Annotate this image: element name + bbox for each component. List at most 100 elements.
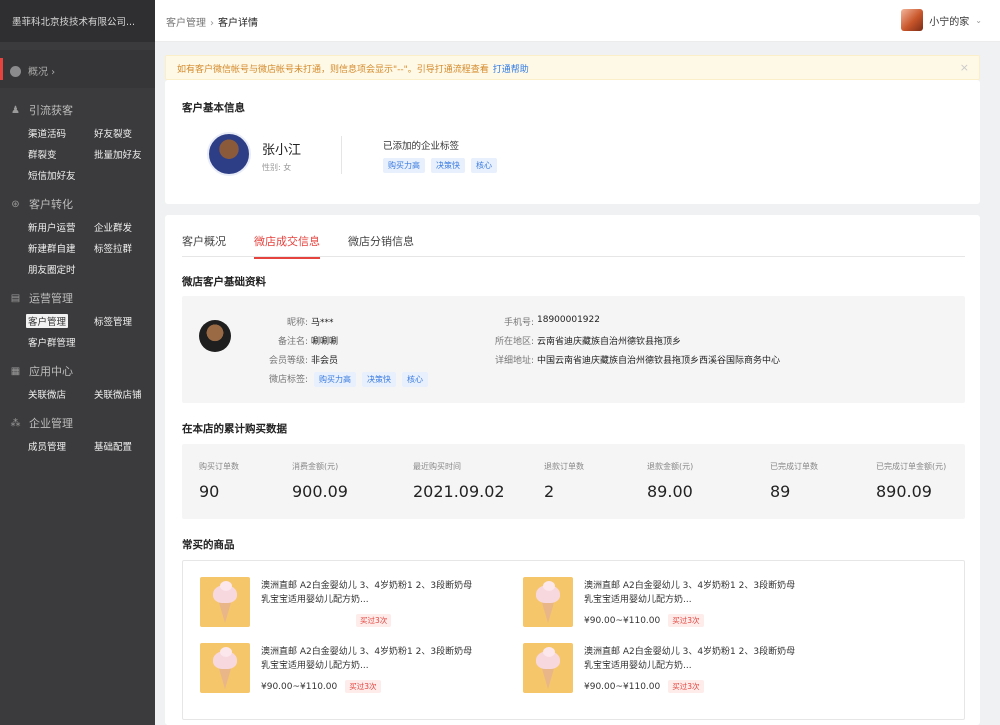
stat-label: 最近购买时间	[413, 462, 461, 471]
exchange-icon: ⊛	[11, 198, 20, 210]
grid-icon: ▦	[10, 365, 21, 377]
sidebar-item-channel-qr[interactable]: 渠道活码	[28, 126, 94, 140]
sidebar-group-acquisition: ♟ 引流获客 渠道活码 好友裂变 群裂变 批量加好友 短信加好友	[0, 88, 155, 182]
customer-avatar	[207, 132, 251, 176]
sidebar: 墨菲科北京技技术有限公司... 概况 › ♟ 引流获客 渠道活码 好友裂变 群裂变…	[0, 0, 155, 725]
stat-value: 89	[770, 482, 791, 501]
notice-banner: 如有客户微信帐号与微店帐号未打通，则信息项会显示"--"。引导打通流程查看 打通帮…	[165, 55, 980, 80]
phone-row: 手机号: 18900001922	[472, 315, 600, 328]
stat-label: 退款订单数	[544, 462, 584, 471]
address-value: 中国云南省迪庆藏族自治州德钦县拖顶乡西溪谷国际商务中心	[537, 356, 781, 366]
stat-label: 消费金额(元)	[292, 462, 339, 471]
stat-label: 已完成订单金额(元)	[876, 462, 947, 471]
frequent-goods: 澳洲直邮 A2白金婴幼儿 3、4岁奶粉1 2、3段断奶母乳宝宝适用婴幼儿配方奶.…	[182, 560, 965, 720]
org-icon: ⁂	[10, 417, 21, 429]
sidebar-group-title: 客户转化	[29, 198, 73, 211]
chart-icon: ▤	[10, 292, 21, 304]
tag: 购买力高	[383, 158, 425, 173]
purchase-stats: 购买订单数 90 消费金额(元) 900.09 最近购买时间 2021.09.02 退…	[182, 444, 965, 519]
purchase-count-badge: 买过3次	[668, 680, 704, 693]
region-row: 所在地区: 云南省迪庆藏族自治州德钦县拖顶乡	[472, 334, 681, 347]
sidebar-item-tag-group[interactable]: 标签拉群	[94, 241, 160, 255]
product-name: 澳洲直邮 A2白金婴幼儿 3、4岁奶粉1 2、3段断奶母乳宝宝适用婴幼儿配方奶.…	[584, 647, 796, 671]
section-title: 微店客户基础资料	[182, 276, 266, 288]
sidebar-group-enterprise: ⁂ 企业管理 成员管理 基础配置	[0, 401, 155, 453]
store-tags-row: 微店标签: 购买力高 决策快 核心	[260, 372, 428, 387]
sidebar-item-friend-fission[interactable]: 好友裂变	[94, 126, 160, 140]
product-name: 澳洲直邮 A2白金婴幼儿 3、4岁奶粉1 2、3段断奶母乳宝宝适用婴幼儿配方奶.…	[261, 647, 473, 671]
sidebar-item-batch-add[interactable]: 批量加好友	[94, 147, 160, 161]
purchase-count-badge: 买过3次	[345, 680, 381, 693]
sidebar-item-basic-config[interactable]: 基础配置	[94, 439, 160, 453]
stat-refund-amount: 退款金额(元) 89.00	[647, 461, 693, 501]
field-label: 微店标签:	[268, 375, 308, 385]
chevron-down-icon: ⌄	[975, 15, 982, 25]
sidebar-item-mass-send[interactable]: 企业群发	[94, 220, 160, 234]
help-link[interactable]: 打通帮助	[493, 65, 529, 75]
stat-value: 89.00	[647, 482, 693, 501]
overview-icon	[10, 66, 21, 77]
field-label: 会员等级:	[268, 356, 308, 366]
product-price: ¥90.00~¥110.00	[584, 682, 661, 692]
user-menu[interactable]: 小宁的家 ⌄	[901, 9, 982, 31]
section-title: 常买的商品	[182, 539, 235, 551]
enterprise-tags: 购买力高 决策快 核心	[383, 158, 497, 173]
sidebar-group-title: 引流获客	[29, 104, 73, 117]
product-name: 澳洲直邮 A2白金婴幼儿 3、4岁奶粉1 2、3段断奶母乳宝宝适用婴幼儿配方奶.…	[261, 581, 473, 605]
sidebar-item-new-user-ops[interactable]: 新用户运营	[28, 220, 94, 234]
sidebar-item-label: 概况 ›	[28, 67, 56, 78]
stat-completed-orders: 已完成订单数 89	[770, 461, 818, 501]
sidebar-item-customer-management[interactable]: 客户管理	[26, 314, 69, 328]
section-title: 在本店的累计购买数据	[182, 423, 287, 435]
divider	[341, 136, 342, 174]
product-item[interactable]: 澳洲直邮 A2白金婴幼儿 3、4岁奶粉1 2、3段断奶母乳宝宝适用婴幼儿配方奶.…	[200, 643, 500, 693]
product-image	[523, 577, 573, 627]
field-label: 昵称:	[286, 318, 308, 328]
sidebar-group-title: 应用中心	[29, 365, 73, 378]
purchase-count-badge: 买过3次	[668, 614, 704, 627]
section-title: 客户基本信息	[182, 102, 245, 114]
sidebar-item-sms-add[interactable]: 短信加好友	[28, 168, 94, 182]
stat-refund-orders: 退款订单数 2	[544, 461, 584, 501]
stat-label: 购买订单数	[199, 462, 239, 471]
close-icon[interactable]: ×	[960, 61, 969, 74]
product-item[interactable]: 澳洲直邮 A2白金婴幼儿 3、4岁奶粉1 2、3段断奶母乳宝宝适用婴幼儿配方奶.…	[523, 577, 823, 627]
tag: 决策快	[431, 158, 465, 173]
store-customer-avatar	[199, 320, 231, 352]
purchase-count-badge: 买过3次	[356, 614, 392, 627]
sidebar-item-link-shop[interactable]: 关联微店铺	[94, 387, 160, 401]
stat-orders: 购买订单数 90	[199, 461, 239, 501]
sidebar-item-moments-schedule[interactable]: 朋友圈定时	[28, 262, 94, 276]
breadcrumb: 客户管理 › 客户详情	[166, 14, 258, 29]
sidebar-item-link-store[interactable]: 关联微店	[28, 387, 94, 401]
sidebar-item-tag-management[interactable]: 标签管理	[94, 314, 160, 328]
basic-info-card: 客户基本信息 张小江 性别: 女 已添加的企业标签 购买力高 决策快 核心	[165, 80, 980, 204]
product-item[interactable]: 澳洲直邮 A2白金婴幼儿 3、4岁奶粉1 2、3段断奶母乳宝宝适用婴幼儿配方奶.…	[200, 577, 500, 627]
level-value: 非会员	[311, 356, 339, 366]
stat-value: 890.09	[876, 482, 932, 501]
sidebar-item-group-management[interactable]: 客户群管理	[28, 335, 94, 349]
sidebar-group-apps: ▦ 应用中心 关联微店 关联微店铺	[0, 349, 155, 401]
product-item[interactable]: 澳洲直邮 A2白金婴幼儿 3、4岁奶粉1 2、3段断奶母乳宝宝适用婴幼儿配方奶.…	[523, 643, 823, 693]
breadcrumb-parent[interactable]: 客户管理	[166, 18, 206, 29]
company-name[interactable]: 墨菲科北京技技术有限公司...	[0, 0, 155, 42]
sidebar-item-overview[interactable]: 概况 ›	[0, 50, 155, 88]
sidebar-item-auto-group[interactable]: 新建群自建	[28, 241, 94, 255]
address-row: 详细地址: 中国云南省迪庆藏族自治州德钦县拖顶乡西溪谷国际商务中心	[472, 353, 780, 366]
level-row: 会员等级: 非会员	[260, 353, 338, 366]
tag: 核心	[402, 372, 428, 387]
sidebar-item-group-fission[interactable]: 群裂变	[28, 147, 94, 161]
customer-name: 张小江	[262, 143, 302, 158]
sidebar-item-members[interactable]: 成员管理	[28, 439, 94, 453]
product-image	[523, 643, 573, 693]
nickname-value: 马***	[311, 318, 334, 328]
stat-value: 2021.09.02	[413, 482, 505, 501]
stat-value: 90	[199, 482, 220, 501]
nickname-row: 昵称: 马***	[260, 315, 334, 328]
tag: 购买力高	[314, 372, 356, 387]
product-price-row: 买过3次	[348, 614, 392, 627]
remark-row: 备注名: 唰唰唰	[260, 334, 338, 347]
product-price-row: ¥90.00~¥110.00 买过3次	[584, 680, 704, 693]
product-price: ¥90.00~¥110.00	[261, 682, 338, 692]
product-image	[200, 577, 250, 627]
